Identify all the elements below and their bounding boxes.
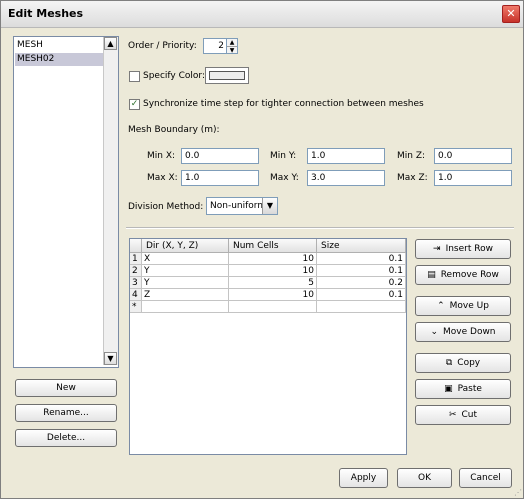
- delete-mesh-button[interactable]: Delete...: [15, 429, 117, 447]
- scroll-down-icon[interactable]: ▼: [104, 352, 117, 365]
- cut-label: Cut: [461, 410, 478, 420]
- table-cell-size[interactable]: 0.1: [317, 265, 406, 277]
- max-x-label: Max X:: [147, 173, 178, 183]
- remove-row-label: Remove Row: [440, 270, 499, 280]
- color-swatch-button[interactable]: [205, 67, 249, 84]
- table-cell-num-cells[interactable]: 10: [229, 253, 317, 265]
- min-x-input[interactable]: 0.0: [181, 148, 259, 164]
- close-icon[interactable]: ✕: [502, 5, 520, 23]
- min-z-input[interactable]: 0.0: [434, 148, 512, 164]
- scissors-icon: ✂: [448, 410, 457, 420]
- spin-down-icon[interactable]: ▼: [227, 47, 237, 54]
- table-cell-num-cells[interactable]: 10: [229, 289, 317, 301]
- paste-button[interactable]: ▣ Paste: [415, 379, 511, 399]
- order-priority-label: Order / Priority:: [128, 41, 197, 51]
- table-cell-dir[interactable]: Z: [142, 289, 229, 301]
- max-y-label: Max Y:: [270, 173, 299, 183]
- table-cell-new-size[interactable]: [317, 301, 406, 313]
- mesh-list-item[interactable]: MESH: [15, 39, 104, 52]
- min-y-input[interactable]: 1.0: [307, 148, 385, 164]
- spin-up-icon[interactable]: ▲: [227, 39, 237, 47]
- sync-timestep-checkbox[interactable]: ✓: [129, 99, 140, 110]
- apply-button[interactable]: Apply: [339, 468, 388, 488]
- insert-row-button[interactable]: ⇥ Insert Row: [415, 239, 511, 259]
- remove-row-icon: ▤: [427, 270, 436, 280]
- ok-button[interactable]: OK: [397, 468, 452, 488]
- table-cell-new-dir[interactable]: [142, 301, 229, 313]
- new-mesh-button[interactable]: New: [15, 379, 117, 397]
- max-y-input[interactable]: 3.0: [307, 170, 385, 186]
- move-down-button[interactable]: ⌄ Move Down: [415, 322, 511, 342]
- max-z-label: Max Z:: [397, 173, 428, 183]
- mesh-list-scrollbar[interactable]: ▲ ▼: [103, 37, 118, 365]
- row-number: 4: [130, 289, 142, 301]
- table-cell-size[interactable]: 0.2: [317, 277, 406, 289]
- row-number: 3: [130, 277, 142, 289]
- column-header-num-cells[interactable]: Num Cells: [229, 239, 317, 253]
- row-number: 1: [130, 253, 142, 265]
- mesh-division-table[interactable]: Dir (X, Y, Z) Num Cells Size 1 X 10 0.1 …: [129, 238, 407, 455]
- new-row-marker: *: [130, 301, 142, 313]
- row-number-header: [130, 239, 142, 253]
- order-priority-spinner[interactable]: ▲ ▼: [226, 38, 238, 54]
- table-cell-num-cells[interactable]: 5: [229, 277, 317, 289]
- table-cell-num-cells[interactable]: 10: [229, 265, 317, 277]
- specify-color-label: Specify Color:: [143, 71, 205, 81]
- resize-grip-icon[interactable]: ⋰: [514, 489, 522, 497]
- division-method-value: Non-uniform: [210, 201, 267, 211]
- specify-color-checkbox[interactable]: [129, 71, 140, 82]
- max-x-input[interactable]: 1.0: [181, 170, 259, 186]
- copy-label: Copy: [457, 358, 481, 368]
- column-header-dir[interactable]: Dir (X, Y, Z): [142, 239, 229, 253]
- order-priority-input[interactable]: 2: [203, 38, 227, 54]
- insert-row-icon: ⇥: [433, 244, 441, 254]
- table-cell-dir[interactable]: Y: [142, 265, 229, 277]
- rename-mesh-button[interactable]: Rename...: [15, 404, 117, 422]
- divider: [126, 227, 514, 229]
- sync-timestep-label: Synchronize time step for tighter connec…: [143, 99, 424, 109]
- move-up-label: Move Up: [449, 301, 489, 311]
- column-header-size[interactable]: Size: [317, 239, 406, 253]
- division-method-select[interactable]: Non-uniform ▼: [206, 197, 278, 215]
- max-z-input[interactable]: 1.0: [434, 170, 512, 186]
- table-cell-dir[interactable]: X: [142, 253, 229, 265]
- cut-button[interactable]: ✂ Cut: [415, 405, 511, 425]
- table-cell-dir[interactable]: Y: [142, 277, 229, 289]
- dialog-title: Edit Meshes: [8, 7, 84, 20]
- copy-button[interactable]: ⧉ Copy: [415, 353, 511, 373]
- mesh-list-item-selected[interactable]: MESH02: [15, 53, 104, 66]
- copy-icon: ⧉: [445, 358, 453, 368]
- chevron-down-icon: ⌄: [430, 327, 439, 337]
- table-cell-new-num-cells[interactable]: [229, 301, 317, 313]
- mesh-list[interactable]: MESH MESH02 ▲ ▼: [13, 36, 119, 368]
- min-x-label: Min X:: [147, 151, 176, 161]
- row-number: 2: [130, 265, 142, 277]
- mesh-boundary-label: Mesh Boundary (m):: [128, 125, 220, 135]
- cancel-button[interactable]: Cancel: [459, 468, 512, 488]
- paste-label: Paste: [457, 384, 482, 394]
- chevron-down-icon[interactable]: ▼: [262, 198, 277, 214]
- chevron-up-icon: ⌃: [437, 301, 445, 311]
- remove-row-button[interactable]: ▤ Remove Row: [415, 265, 511, 285]
- min-z-label: Min Z:: [397, 151, 426, 161]
- move-down-label: Move Down: [443, 327, 496, 337]
- edit-meshes-dialog: Edit Meshes ✕ MESH MESH02 ▲ ▼ New Rename…: [0, 0, 524, 499]
- min-y-label: Min Y:: [270, 151, 297, 161]
- table-cell-size[interactable]: 0.1: [317, 253, 406, 265]
- move-up-button[interactable]: ⌃ Move Up: [415, 296, 511, 316]
- color-swatch: [209, 71, 245, 80]
- division-method-label: Division Method:: [128, 202, 204, 212]
- insert-row-label: Insert Row: [445, 244, 493, 254]
- scroll-up-icon[interactable]: ▲: [104, 37, 117, 50]
- paste-icon: ▣: [444, 384, 453, 394]
- table-cell-size[interactable]: 0.1: [317, 289, 406, 301]
- title-bar[interactable]: Edit Meshes ✕: [1, 1, 523, 28]
